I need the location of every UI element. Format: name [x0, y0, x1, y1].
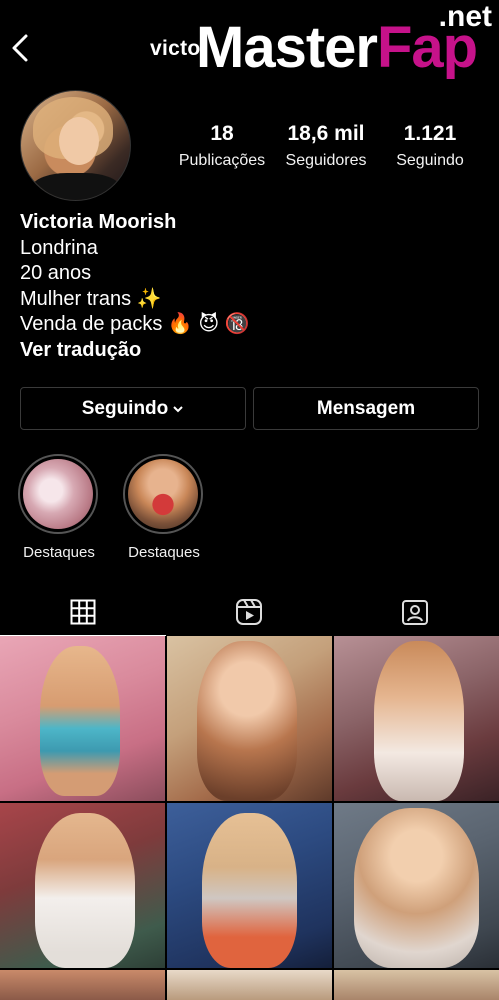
grid-icon [70, 599, 96, 624]
highlight-label: Destaques [23, 544, 95, 561]
highlight-ring [123, 454, 203, 534]
stat-posts-count: 18 [210, 122, 234, 145]
stat-followers-count: 18,6 mil [287, 122, 365, 145]
highlight-thumbnail [23, 459, 93, 529]
post-thumbnail[interactable] [334, 970, 499, 1000]
post-thumbnail[interactable] [334, 803, 499, 968]
stat-followers-label: Seguidores [285, 152, 367, 169]
post-thumbnail[interactable] [0, 636, 165, 801]
tab-reels[interactable] [166, 588, 332, 636]
watermark-text: MasterFap [196, 15, 478, 80]
watermark-logo: MasterFap .net [196, 0, 496, 88]
stat-following-count: 1.121 [403, 122, 457, 145]
stat-following[interactable]: 1.121 Seguindo [380, 122, 480, 170]
stat-following-label: Seguindo [396, 152, 464, 169]
profile-username[interactable]: victo [150, 37, 201, 61]
tab-posts-grid[interactable] [0, 588, 166, 636]
profile-tabs [0, 588, 499, 636]
see-translation-link[interactable]: Ver tradução [20, 338, 480, 364]
post-thumbnail[interactable] [0, 803, 165, 968]
posts-grid [0, 636, 499, 1000]
stat-followers[interactable]: 18,6 mil Seguidores [276, 122, 376, 170]
top-bar: victo MasterFap .net [0, 0, 499, 100]
post-thumbnail[interactable] [0, 970, 165, 1000]
bio-line-identity: Mulher trans ✨ [20, 287, 162, 310]
post-thumbnail[interactable] [167, 970, 332, 1000]
highlight-thumbnail [128, 459, 198, 529]
profile-bio: Victoria Moorish Londrina 20 anos Mulher… [20, 210, 480, 363]
bio-age: 20 anos [20, 262, 92, 284]
watermark-domain: .net [438, 0, 492, 33]
message-button[interactable]: Mensagem [253, 387, 479, 430]
following-button[interactable]: Seguindo [20, 387, 246, 430]
highlight-item[interactable]: Destaques [18, 454, 100, 561]
highlight-item[interactable]: Destaques [123, 454, 205, 561]
profile-avatar[interactable] [20, 90, 131, 201]
following-button-label: Seguindo [81, 397, 169, 419]
back-arrow-icon[interactable] [8, 30, 34, 66]
tagged-icon [402, 600, 428, 625]
bio-city: Londrina [20, 236, 98, 259]
bio-line-packs: Venda de packs 🔥 😈 🔞 [20, 313, 250, 335]
profile-display-name: Victoria Moorish [20, 211, 177, 233]
post-thumbnail[interactable] [167, 636, 332, 801]
stat-posts[interactable]: 18 Publicações [170, 122, 274, 170]
highlight-ring [18, 454, 98, 534]
message-button-label: Mensagem [316, 397, 416, 419]
stat-posts-label: Publicações [178, 152, 266, 169]
post-thumbnail[interactable] [334, 636, 499, 801]
highlight-label: Destaques [128, 544, 200, 561]
reels-icon [236, 599, 262, 625]
tab-tagged[interactable] [332, 588, 498, 636]
post-thumbnail[interactable] [167, 803, 332, 968]
profile-stats: 18 Publicações 18,6 mil Seguidores 1.121… [170, 122, 495, 182]
chevron-down-icon [173, 405, 183, 412]
